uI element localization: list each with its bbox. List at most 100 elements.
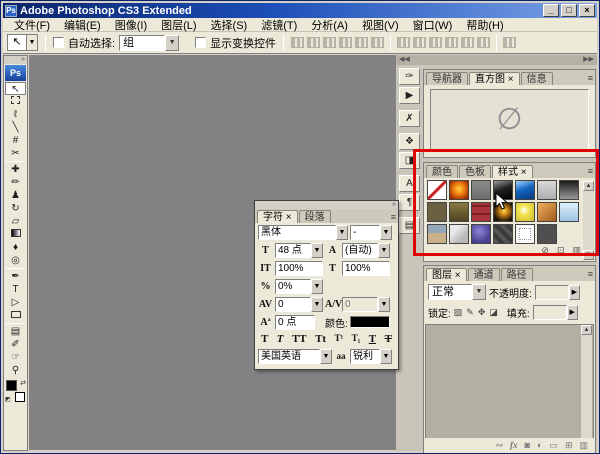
- eyedropper-tool[interactable]: ✐: [5, 338, 26, 351]
- current-tool-button[interactable]: ↖ ▼: [7, 34, 38, 51]
- close-button[interactable]: ×: [579, 4, 595, 17]
- swap-colors-icon[interactable]: ⇄: [20, 379, 26, 387]
- slider-arrow-icon[interactable]: ▶: [567, 305, 578, 320]
- clone-source-panel-icon[interactable]: ▶: [399, 87, 420, 104]
- histogram-group-tab[interactable]: 导航器: [426, 72, 468, 85]
- adjustment-layer-icon[interactable]: ◐: [537, 440, 542, 450]
- distribute-top-icon[interactable]: [397, 37, 410, 48]
- gradient-tool[interactable]: [5, 228, 26, 241]
- chevron-down-icon[interactable]: ▼: [380, 349, 392, 364]
- type-tool[interactable]: T: [5, 283, 26, 296]
- menu-item-layer[interactable]: 图层(L): [154, 17, 203, 33]
- style-olive[interactable]: [427, 202, 447, 222]
- dodge-tool[interactable]: ◎: [5, 254, 26, 267]
- anti-alias-dropdown[interactable]: 锐利 ▼: [350, 349, 392, 364]
- pen-tool[interactable]: ✒: [5, 270, 26, 283]
- marquee-tool[interactable]: [5, 95, 26, 108]
- histogram-group-tab[interactable]: 信息: [521, 72, 553, 85]
- horizontal-scale-field[interactable]: 100%: [342, 261, 390, 276]
- layers-group-tab[interactable]: 图层 ×: [426, 268, 467, 281]
- small-caps-button[interactable]: Tt: [315, 333, 326, 345]
- font-family-dropdown[interactable]: 黑体 ▼: [258, 225, 348, 240]
- align-bottom-edges-icon[interactable]: [323, 37, 336, 48]
- style-white-dashed[interactable]: [515, 224, 535, 244]
- character-group-tab[interactable]: 字符 ×: [257, 210, 298, 223]
- subscript-button[interactable]: T₁: [352, 333, 361, 345]
- scroll-up-icon[interactable]: ▲: [583, 181, 594, 191]
- character-panel-icon[interactable]: A: [399, 175, 420, 192]
- menu-item-window[interactable]: 窗口(W): [406, 17, 460, 33]
- font-size-dropdown[interactable]: 48 点 ▼: [275, 243, 323, 258]
- style-charcoal[interactable]: [537, 224, 557, 244]
- language-dropdown[interactable]: 美国英语 ▼: [258, 349, 332, 364]
- chevron-down-icon[interactable]: ▼: [311, 297, 323, 312]
- style-dark-checker[interactable]: [493, 224, 513, 244]
- all-caps-button[interactable]: TT: [292, 333, 307, 345]
- panel-menu-icon[interactable]: ≡: [588, 73, 593, 83]
- layer-group-icon[interactable]: ▭: [549, 440, 558, 450]
- opacity-field[interactable]: ▶: [535, 285, 580, 300]
- panel-menu-icon[interactable]: ≡: [391, 212, 396, 222]
- background-color-well[interactable]: [15, 392, 25, 402]
- align-vertical-centers-icon[interactable]: [307, 37, 320, 48]
- layers-list[interactable]: ▲: [425, 324, 594, 440]
- baseline-shift-field[interactable]: 0 点: [275, 315, 315, 330]
- lock-transparency-icon[interactable]: ▨: [454, 307, 463, 318]
- leading-dropdown[interactable]: (自动) ▼: [342, 243, 390, 258]
- character-panel-grip[interactable]: »: [255, 201, 398, 209]
- dock-collapse-bar[interactable]: ◀◀ ▶▶: [396, 55, 597, 65]
- eraser-tool[interactable]: ▱: [5, 215, 26, 228]
- lock-position-icon[interactable]: ✥: [478, 307, 486, 318]
- default-colors-icon[interactable]: ◩: [5, 396, 11, 403]
- distribute-left-icon[interactable]: [445, 37, 458, 48]
- style-none[interactable]: [427, 180, 447, 200]
- swatches-panel-icon[interactable]: ❖: [399, 133, 420, 150]
- style-purple-gloss[interactable]: [471, 224, 491, 244]
- chevron-down-icon[interactable]: ▼: [380, 225, 392, 240]
- style-blue-wave[interactable]: [515, 180, 535, 200]
- menu-item-edit[interactable]: 编辑(E): [57, 17, 108, 33]
- tracking-dropdown[interactable]: 0 ▼: [342, 297, 390, 312]
- vertical-scale-field[interactable]: 100%: [275, 261, 323, 276]
- menu-item-help[interactable]: 帮助(H): [459, 17, 510, 33]
- scroll-down-icon[interactable]: ▼: [583, 250, 594, 260]
- chevron-down-icon[interactable]: ▼: [311, 243, 323, 258]
- distribute-bottom-icon[interactable]: [429, 37, 442, 48]
- text-color-swatch[interactable]: [350, 316, 390, 328]
- zoom-tool[interactable]: ⚲: [5, 364, 26, 377]
- align-horizontal-centers-icon[interactable]: [355, 37, 368, 48]
- shape-tool[interactable]: [5, 309, 26, 322]
- new-style-icon[interactable]: ⊡: [557, 245, 565, 255]
- align-top-edges-icon[interactable]: [291, 37, 304, 48]
- style-black-yellow-sparkle[interactable]: [493, 202, 513, 222]
- foreground-color-well[interactable]: [6, 380, 17, 391]
- style-light-gradient[interactable]: [537, 180, 557, 200]
- layers-scrollbar[interactable]: ▲: [581, 325, 592, 439]
- style-gray[interactable]: [471, 180, 491, 200]
- slider-arrow-icon[interactable]: ▶: [569, 285, 580, 300]
- hand-tool[interactable]: ☞: [5, 351, 26, 364]
- clone-stamp-tool[interactable]: ♟: [5, 189, 26, 202]
- style-brown-texture[interactable]: [449, 202, 469, 222]
- styles-group-tab[interactable]: 颜色: [426, 165, 458, 178]
- fill-field[interactable]: ▶: [533, 305, 578, 320]
- delete-style-icon[interactable]: ▥: [572, 245, 581, 255]
- distribute-right-icon[interactable]: [477, 37, 490, 48]
- align-left-edges-icon[interactable]: [339, 37, 352, 48]
- healing-brush-tool[interactable]: ✚: [5, 163, 26, 176]
- notes-tool[interactable]: ▤: [5, 325, 26, 338]
- brush-panel-icon[interactable]: ✑: [399, 68, 420, 85]
- quick-selection-tool[interactable]: ╲: [5, 121, 26, 134]
- style-copper[interactable]: [537, 202, 557, 222]
- styles-group-tab[interactable]: 样式 ×: [492, 165, 533, 178]
- align-right-edges-icon[interactable]: [371, 37, 384, 48]
- menu-item-analysis[interactable]: 分析(A): [304, 17, 355, 33]
- styles-group-tab[interactable]: 色板: [459, 165, 491, 178]
- clear-style-icon[interactable]: ⊘: [541, 245, 549, 255]
- tool-presets-panel-icon[interactable]: ✗: [399, 110, 420, 127]
- style-red-tiles[interactable]: [471, 202, 491, 222]
- layer-mask-icon[interactable]: ◙: [525, 440, 530, 450]
- show-transform-checkbox[interactable]: [195, 37, 206, 48]
- chevron-down-icon[interactable]: ▼: [336, 225, 348, 240]
- maximize-button[interactable]: □: [561, 4, 577, 17]
